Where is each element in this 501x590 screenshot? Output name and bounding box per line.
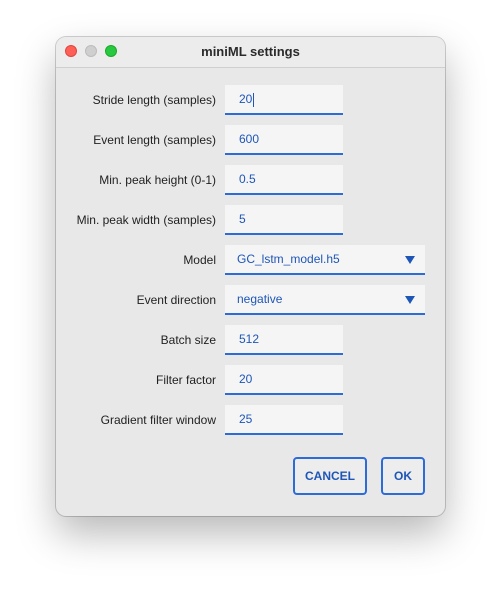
cancel-button[interactable]: CANCEL (293, 457, 367, 495)
filter-factor-label: Filter factor (155, 373, 216, 387)
event-direction-value: negative (237, 292, 283, 306)
min-peak-width-row: Min. peak width (samples) 5 (56, 205, 445, 235)
model-row: Model GC_lstm_model.h5 (56, 245, 445, 275)
event-direction-select[interactable]: negative (225, 285, 425, 315)
triangle-down-icon (405, 256, 415, 264)
gradient-filter-window-value: 25 (239, 412, 253, 426)
model-value: GC_lstm_model.h5 (237, 252, 340, 266)
min-peak-height-label: Min. peak height (0-1) (99, 173, 216, 187)
settings-window: miniML settings Stride length (samples) … (56, 37, 445, 516)
triangle-down-icon (405, 296, 415, 304)
gradient-filter-window-label: Gradient filter window (100, 413, 216, 427)
batch-size-input[interactable]: 512 (225, 325, 343, 355)
stride-length-row: Stride length (samples) 20 (56, 85, 445, 115)
min-peak-width-input[interactable]: 5 (225, 205, 343, 235)
stride-length-value: 20 (239, 92, 253, 106)
filter-factor-row: Filter factor 20 (56, 365, 445, 395)
window-title: miniML settings (201, 44, 300, 59)
min-peak-width-label: Min. peak width (samples) (76, 213, 216, 227)
event-length-input[interactable]: 600 (225, 125, 343, 155)
min-peak-height-value: 0.5 (239, 172, 256, 186)
batch-size-label: Batch size (160, 333, 216, 347)
min-peak-height-row: Min. peak height (0-1) 0.5 (56, 165, 445, 195)
event-length-row: Event length (samples) 600 (56, 125, 445, 155)
min-peak-width-value: 5 (239, 212, 246, 226)
min-peak-height-input[interactable]: 0.5 (225, 165, 343, 195)
event-length-value: 600 (239, 132, 260, 146)
gradient-filter-window-row: Gradient filter window 25 (56, 405, 445, 435)
title-bar[interactable]: miniML settings (56, 37, 445, 68)
model-label: Model (183, 253, 216, 267)
filter-factor-value: 20 (239, 372, 253, 386)
stride-length-label: Stride length (samples) (92, 93, 216, 107)
event-direction-label: Event direction (136, 293, 216, 307)
gradient-filter-window-input[interactable]: 25 (225, 405, 343, 435)
batch-size-row: Batch size 512 (56, 325, 445, 355)
event-length-label: Event length (samples) (93, 133, 216, 147)
model-select[interactable]: GC_lstm_model.h5 (225, 245, 425, 275)
event-direction-row: Event direction negative (56, 285, 445, 315)
ok-button[interactable]: OK (381, 457, 425, 495)
batch-size-value: 512 (239, 332, 260, 346)
filter-factor-input[interactable]: 20 (225, 365, 343, 395)
stride-length-input[interactable]: 20 (225, 85, 343, 115)
text-cursor (253, 92, 255, 107)
